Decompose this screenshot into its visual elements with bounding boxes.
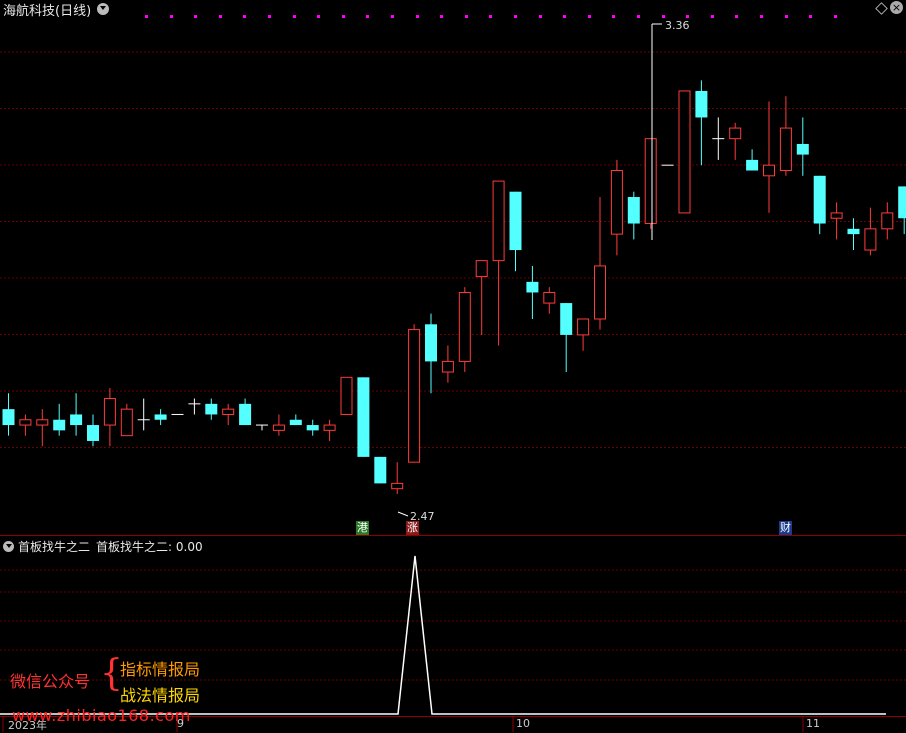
candle-body bbox=[594, 265, 606, 320]
candle-body bbox=[779, 127, 792, 171]
watermark-line1: 指标情报局 bbox=[120, 660, 201, 679]
signal-dot bbox=[785, 15, 788, 18]
chart-header: 海航科技 (日线) bbox=[3, 0, 110, 19]
candle-body bbox=[695, 90, 708, 118]
candle-body bbox=[340, 376, 353, 415]
candle-body bbox=[763, 164, 775, 177]
candle-body bbox=[19, 419, 32, 426]
signal-dot bbox=[465, 15, 468, 18]
candle-body bbox=[103, 398, 116, 426]
signal-dot bbox=[637, 15, 640, 18]
candle-body bbox=[560, 303, 573, 335]
signal-dot bbox=[760, 15, 763, 18]
marker-cai[interactable]: 财 bbox=[779, 521, 792, 535]
indicator-name[interactable]: 首板找牛之二 bbox=[18, 538, 90, 555]
marker-zhang[interactable]: 涨 bbox=[406, 521, 419, 535]
signal-dot bbox=[834, 15, 837, 18]
xaxis-label-10: 10 bbox=[516, 717, 530, 730]
xaxis-label-11: 11 bbox=[806, 717, 820, 730]
period-label[interactable]: (日线) bbox=[55, 0, 91, 19]
candle-body bbox=[644, 138, 657, 225]
candle-body bbox=[881, 212, 894, 230]
signal-dot bbox=[268, 15, 271, 18]
candlestick-chart: 3.362.47 bbox=[0, 15, 906, 732]
candle-body bbox=[391, 482, 404, 490]
signal-dot bbox=[391, 15, 394, 18]
signal-dot bbox=[588, 15, 591, 18]
candle-body bbox=[154, 414, 167, 420]
candle-body bbox=[492, 180, 505, 262]
candle-body bbox=[87, 425, 99, 441]
signal-dot bbox=[489, 15, 492, 18]
signal-dot bbox=[612, 15, 615, 18]
signal-dot bbox=[145, 15, 148, 18]
candle-body bbox=[239, 403, 252, 426]
signal-dot bbox=[440, 15, 443, 18]
chevron-down-icon[interactable] bbox=[3, 540, 14, 552]
close-icon[interactable]: × bbox=[890, 1, 903, 14]
candle-body bbox=[509, 191, 522, 251]
signal-dot bbox=[243, 15, 246, 18]
high-label: 3.36 bbox=[665, 19, 690, 32]
candle-body bbox=[864, 228, 877, 251]
signal-dot bbox=[317, 15, 320, 18]
signal-dot bbox=[563, 15, 566, 18]
candle-body bbox=[898, 186, 906, 219]
candle-body bbox=[577, 318, 590, 336]
signal-dot bbox=[809, 15, 812, 18]
signal-dot bbox=[342, 15, 345, 18]
candle-body bbox=[323, 424, 336, 431]
candle-body bbox=[357, 377, 370, 457]
signal-dot bbox=[219, 15, 222, 18]
candle-body bbox=[830, 212, 843, 219]
candle-body bbox=[289, 419, 302, 426]
stock-title[interactable]: 海航科技 bbox=[3, 0, 55, 19]
candle-body bbox=[2, 409, 15, 426]
candle-body bbox=[120, 408, 133, 437]
low-arrow bbox=[397, 511, 409, 517]
candle-body bbox=[222, 408, 235, 415]
signal-dot bbox=[366, 15, 369, 18]
candle-body bbox=[746, 159, 759, 171]
candle-body bbox=[678, 90, 691, 214]
indicator-value: 首板找牛之二: 0.00 bbox=[96, 539, 203, 554]
indicator-header: 首板找牛之二 首板找牛之二: 0.00 bbox=[3, 538, 203, 554]
candle-body bbox=[272, 424, 285, 431]
signal-dot bbox=[711, 15, 714, 18]
candle-body bbox=[475, 260, 488, 278]
signal-dot bbox=[293, 15, 296, 18]
candle-body bbox=[425, 324, 437, 362]
signal-dot bbox=[539, 15, 542, 18]
candle-body bbox=[205, 403, 218, 415]
signal-dot bbox=[194, 15, 197, 18]
candle-body bbox=[374, 456, 387, 484]
signal-dot bbox=[514, 15, 517, 18]
candle-body bbox=[441, 360, 454, 373]
candle-body bbox=[526, 281, 539, 293]
signal-dot bbox=[416, 15, 419, 18]
candle-body bbox=[36, 419, 49, 426]
candle-body bbox=[627, 197, 640, 224]
watermark-left: 微信公众号 bbox=[10, 672, 91, 691]
candle-body bbox=[458, 291, 471, 362]
candle-body bbox=[70, 414, 83, 426]
candle-body bbox=[408, 329, 421, 463]
chevron-down-icon[interactable] bbox=[97, 3, 110, 15]
xaxis-label-9: 9 bbox=[177, 717, 184, 730]
candle-body bbox=[796, 143, 809, 155]
signal-dot bbox=[170, 15, 173, 18]
candle-body bbox=[729, 127, 742, 140]
candle-body bbox=[813, 175, 826, 224]
candle-body bbox=[543, 291, 556, 304]
candle-body bbox=[847, 228, 860, 235]
candle-body bbox=[306, 425, 319, 431]
candle-body bbox=[53, 419, 66, 431]
signal-dot bbox=[662, 15, 665, 18]
signal-dot bbox=[686, 15, 689, 18]
signal-dot bbox=[735, 15, 738, 18]
xaxis-label-year: 2023年 bbox=[8, 719, 47, 732]
watermark-line2: 战法情报局 bbox=[120, 686, 201, 705]
marker-gang[interactable]: 港 bbox=[356, 521, 369, 535]
candle-body bbox=[610, 169, 623, 235]
